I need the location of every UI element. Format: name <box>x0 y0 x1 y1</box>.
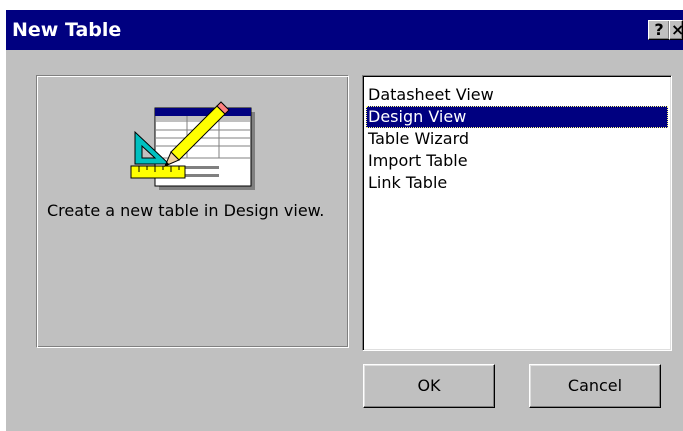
list-item-link-table[interactable]: Link Table <box>366 172 671 194</box>
list-item-design-view[interactable]: Design View <box>366 106 668 128</box>
close-button[interactable]: × <box>669 20 683 40</box>
dialog-title: New Table <box>12 19 122 41</box>
list-item-import-table[interactable]: Import Table <box>366 150 671 172</box>
list-item-table-wizard[interactable]: Table Wizard <box>366 128 671 150</box>
new-table-dialog: New Table ? × <box>6 10 683 431</box>
view-list[interactable]: Datasheet View Design View Table Wizard … <box>362 75 672 351</box>
ok-button[interactable]: OK <box>363 364 495 408</box>
cancel-button[interactable]: Cancel <box>529 364 661 408</box>
preview-panel: Create a new table in Design view. <box>36 75 349 348</box>
list-item-datasheet-view[interactable]: Datasheet View <box>366 84 671 106</box>
design-view-icon <box>130 101 255 190</box>
title-bar[interactable]: New Table ? × <box>6 10 683 50</box>
close-icon: × <box>671 21 682 39</box>
help-icon: ? <box>654 20 664 39</box>
view-description: Create a new table in Design view. <box>47 201 325 220</box>
help-button[interactable]: ? <box>648 20 670 40</box>
